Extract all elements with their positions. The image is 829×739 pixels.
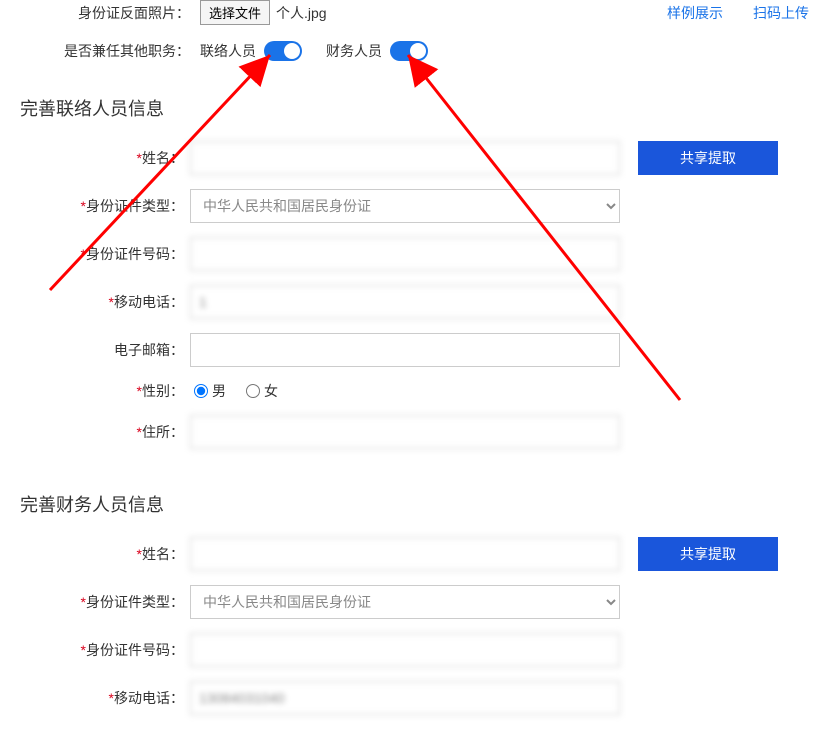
finance-idnum-label: *身份证件号码： (20, 640, 190, 660)
contact-name-input[interactable] (190, 141, 620, 175)
gender-female-radio[interactable]: 女 (246, 381, 278, 401)
contact-idtype-select[interactable]: 中华人民共和国居民身份证 (190, 189, 620, 223)
idcard-back-label: 身份证反面照片： (20, 3, 190, 23)
other-roles-label: 是否兼任其他职务： (20, 41, 190, 61)
finance-share-extract-button[interactable]: 共享提取 (638, 537, 778, 571)
finance-name-label: *姓名： (20, 544, 190, 564)
contact-address-label: *住所： (20, 422, 190, 442)
sample-link[interactable]: 样例展示 (667, 3, 723, 23)
contact-idnum-input[interactable] (190, 237, 620, 271)
contact-share-extract-button[interactable]: 共享提取 (638, 141, 778, 175)
contact-person-toggle-label: 联络人员 (200, 41, 256, 61)
contact-name-label: *姓名： (20, 148, 190, 168)
finance-idnum-input[interactable] (190, 633, 620, 667)
contact-phone-label: *移动电话： (20, 292, 190, 312)
finance-phone-input[interactable] (190, 681, 620, 715)
finance-idtype-label: *身份证件类型： (20, 592, 190, 612)
finance-idtype-select[interactable]: 中华人民共和国居民身份证 (190, 585, 620, 619)
contact-person-toggle[interactable] (264, 41, 302, 61)
contact-email-input[interactable] (190, 333, 620, 367)
contact-phone-input[interactable] (190, 285, 620, 319)
finance-section-title: 完善财务人员信息 (20, 473, 809, 527)
contact-section-title: 完善联络人员信息 (20, 77, 809, 131)
finance-name-input[interactable] (190, 537, 620, 571)
contact-gender-label: *性别： (20, 381, 190, 401)
finance-person-toggle-label: 财务人员 (326, 41, 382, 61)
contact-idnum-label: *身份证件号码： (20, 244, 190, 264)
finance-person-toggle[interactable] (390, 41, 428, 61)
finance-phone-label: *移动电话： (20, 688, 190, 708)
contact-email-label: 电子邮箱： (20, 340, 190, 360)
choose-file-button[interactable]: 选择文件 (200, 0, 270, 25)
contact-idtype-label: *身份证件类型： (20, 196, 190, 216)
uploaded-filename: 个人.jpg (276, 3, 327, 23)
gender-male-radio[interactable]: 男 (194, 381, 226, 401)
scan-upload-link[interactable]: 扫码上传 (753, 3, 809, 23)
contact-address-input[interactable] (190, 415, 620, 449)
